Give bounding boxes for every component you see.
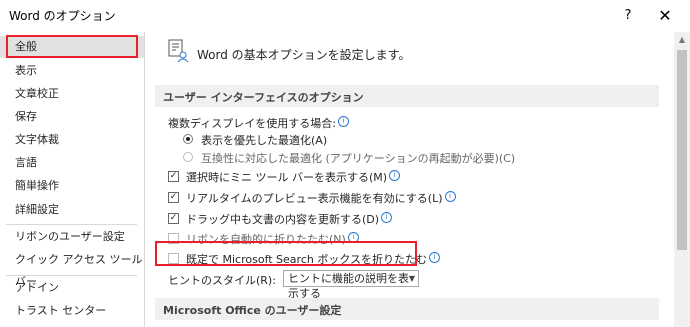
sidebar-item-addins[interactable]: アドイン	[0, 277, 144, 299]
checkbox-update-drag[interactable]: ✓	[168, 213, 179, 224]
sidebar-item-save[interactable]: 保存	[0, 106, 144, 128]
sidebar-item-customize-ribbon[interactable]: リボンのユーザー設定	[0, 226, 144, 248]
highlight-box-sidebar	[6, 35, 138, 58]
sidebar-divider	[6, 224, 137, 225]
options-content: Word の基本オプションを設定します。 ユーザー インターフェイスのオプション…	[146, 32, 690, 327]
sidebar-item-language[interactable]: 言語	[0, 152, 144, 174]
radio-optimize-appearance[interactable]	[183, 134, 193, 144]
options-general-icon	[168, 39, 189, 63]
section-title: Microsoft Office のユーザー設定	[163, 304, 342, 317]
sidebar-item-typography[interactable]: 文字体裁	[0, 129, 144, 151]
checkbox-live-preview[interactable]: ✓	[168, 192, 179, 203]
tooltip-style-label: ヒントのスタイル(R):	[168, 274, 276, 287]
radio-optimize-compat[interactable]	[183, 152, 193, 162]
scroll-thumb[interactable]	[677, 50, 687, 250]
sidebar-item-proofing[interactable]: 文章校正	[0, 83, 144, 105]
sidebar-item-quick-access-toolbar[interactable]: クイック アクセス ツール バー	[0, 249, 144, 288]
section-office-personalize: Microsoft Office のユーザー設定	[155, 298, 659, 320]
page-heading: Word の基本オプションを設定します。	[197, 48, 411, 62]
info-icon: i	[444, 191, 456, 202]
title-bar: Word のオプション ? ✕	[0, 0, 690, 32]
vertical-scrollbar[interactable]: ▲	[674, 32, 690, 327]
info-icon: i	[337, 116, 349, 127]
sidebar-item-accessibility[interactable]: 簡単操作	[0, 175, 144, 197]
info-icon: i	[381, 212, 393, 223]
sidebar-item-display[interactable]: 表示	[0, 60, 144, 82]
mini-toolbar-option[interactable]: 選択時にミニ ツール バーを表示する(M) i	[186, 169, 401, 185]
radio-optimize-appearance-label[interactable]: 表示を優先した最適化(A)	[201, 132, 327, 148]
tooltip-style-select[interactable]: ヒントに機能の説明を表示する ▼	[283, 270, 419, 300]
dropdown-arrow-icon: ▼	[408, 274, 415, 283]
highlight-box-search-option	[155, 241, 417, 266]
help-button[interactable]: ?	[617, 5, 639, 27]
sidebar-divider	[6, 275, 137, 276]
radio-optimize-compat-label[interactable]: 互換性に対応した最適化 (アプリケーションの再起動が必要)(C)	[201, 150, 515, 166]
section-ui-options: ユーザー インターフェイスのオプション	[155, 85, 659, 107]
sidebar-item-advanced[interactable]: 詳細設定	[0, 199, 144, 221]
update-drag-option[interactable]: ドラッグ中も文書の内容を更新する(D) i	[186, 211, 393, 227]
multi-display-label: 複数ディスプレイを使用する場合: i	[168, 115, 349, 131]
sidebar: 全般 表示 文章校正 保存 文字体裁 言語 簡単操作 詳細設定 リボンのユーザー…	[0, 32, 145, 327]
sidebar-item-trust-center[interactable]: トラスト センター	[0, 300, 144, 322]
scroll-up-icon[interactable]: ▲	[674, 32, 690, 48]
close-button[interactable]: ✕	[654, 5, 676, 27]
window-title: Word のオプション	[9, 9, 116, 23]
info-icon: i	[429, 252, 441, 263]
info-icon: i	[389, 170, 401, 181]
checkbox-mini-toolbar[interactable]: ✓	[168, 171, 179, 182]
live-preview-option[interactable]: リアルタイムのプレビュー表示機能を有効にする(L) i	[186, 190, 456, 206]
section-title: ユーザー インターフェイスのオプション	[163, 91, 364, 104]
